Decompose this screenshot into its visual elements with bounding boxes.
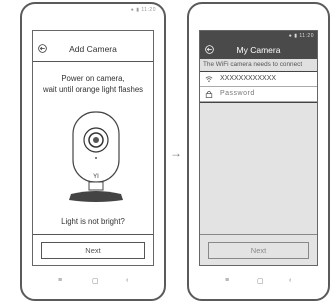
home-icon[interactable]: ▢ xyxy=(257,277,264,285)
add-camera-screen: Add Camera Power on camera, wait until o… xyxy=(32,30,154,266)
help-link[interactable]: Light is not bright? xyxy=(33,217,153,227)
my-camera-screen: ● ▮ 11:20 My Camera The WiFi camera need… xyxy=(199,30,318,266)
instruction-line-1: Power on camera, xyxy=(61,74,125,83)
lock-icon xyxy=(205,91,213,98)
back-nav-icon[interactable]: ‹ xyxy=(289,277,291,284)
wifi-icon xyxy=(205,76,213,82)
page-title: My Camera xyxy=(236,45,281,55)
status-bar: ● ▮ 11:20 xyxy=(130,7,156,13)
instruction-line-2: wait until orange light flashes xyxy=(42,85,144,94)
camera-brand: YI xyxy=(93,174,99,180)
nav-bar: ≡ ▢ ‹ xyxy=(189,277,328,293)
page-title: Add Camera xyxy=(69,44,117,54)
phone-frame-left: ● ▮ 11:20 Add Camera Power on camera, wa… xyxy=(20,2,166,301)
divider xyxy=(200,234,317,235)
wifi-ssid-field[interactable]: XXXXXXXXXXXX xyxy=(200,72,317,87)
status-bar: ● ▮ 11:20 xyxy=(288,33,314,39)
content-area xyxy=(200,103,317,265)
menu-icon[interactable]: ≡ xyxy=(225,277,229,284)
nav-bar: ≡ ▢ ‹ xyxy=(22,277,164,293)
menu-icon[interactable]: ≡ xyxy=(58,277,62,284)
password-field[interactable]: Password xyxy=(200,87,317,102)
next-button[interactable]: Next xyxy=(41,242,145,259)
divider xyxy=(33,61,153,62)
divider xyxy=(33,234,153,235)
home-icon[interactable]: ▢ xyxy=(92,277,99,285)
flow-arrow-icon: → xyxy=(170,146,182,160)
password-placeholder: Password xyxy=(220,90,255,97)
back-nav-icon[interactable]: ‹ xyxy=(126,277,128,284)
camera-illustration: YI xyxy=(69,111,123,202)
header: ● ▮ 11:20 My Camera xyxy=(200,31,317,59)
next-button[interactable]: Next xyxy=(208,242,309,259)
notice-bar: The WiFi camera needs to connect xyxy=(200,59,317,71)
title-bar: Add Camera xyxy=(33,41,153,57)
wifi-ssid-value: XXXXXXXXXXXX xyxy=(220,75,277,82)
phone-frame-right: ● ▮ 11:20 My Camera The WiFi camera need… xyxy=(187,2,330,301)
